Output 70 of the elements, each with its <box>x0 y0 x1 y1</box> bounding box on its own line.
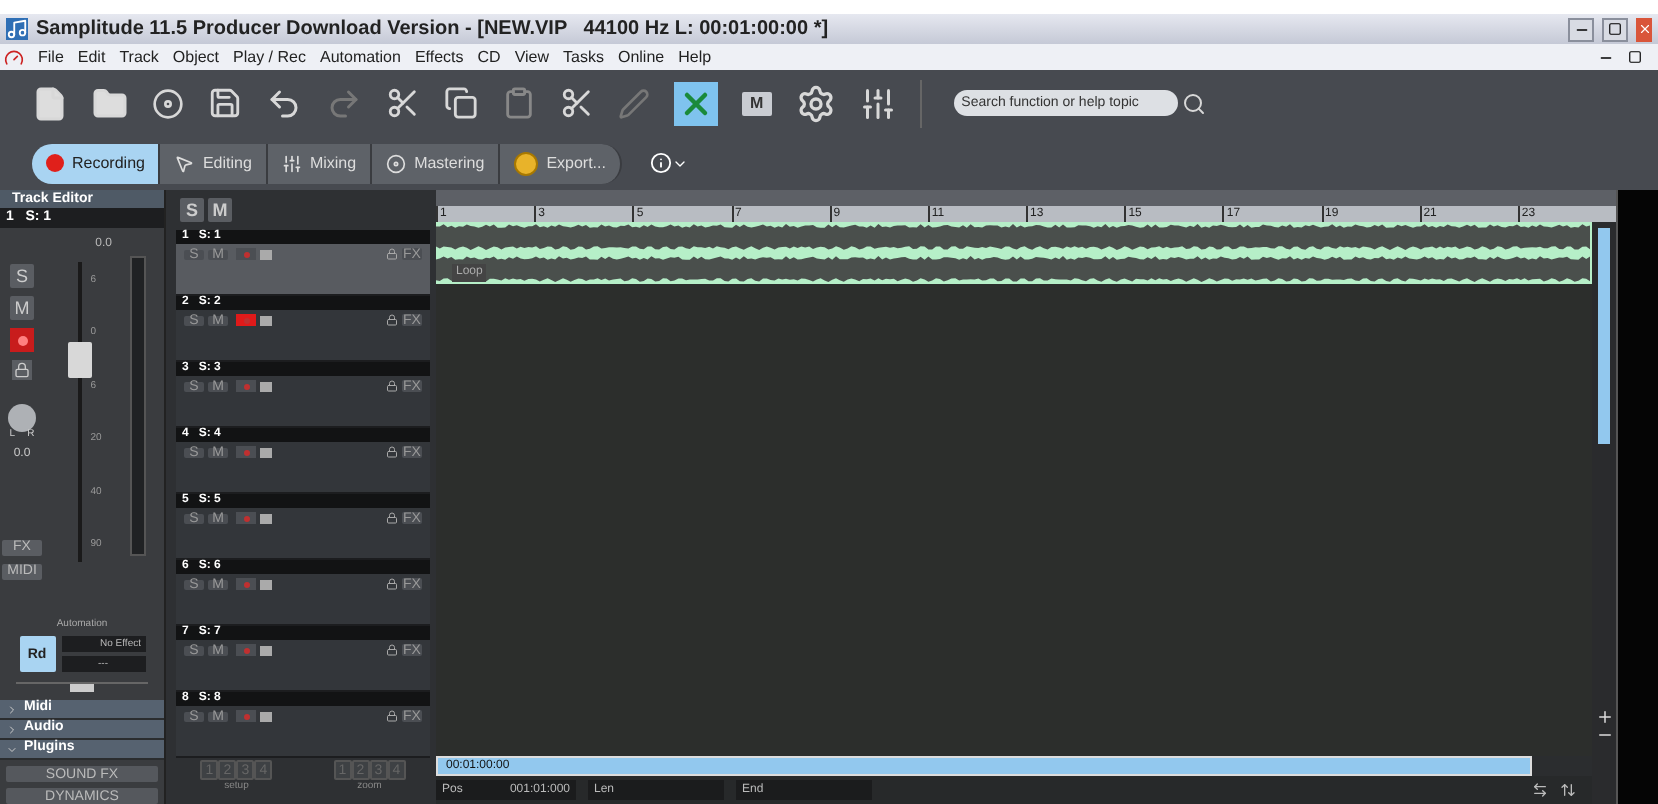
lock-icon[interactable] <box>386 380 398 392</box>
menu-item[interactable]: Object <box>172 45 220 69</box>
lock-icon[interactable] <box>386 578 398 590</box>
mode-tab[interactable]: Mixing <box>267 143 373 183</box>
mute-all-button[interactable]: M <box>208 198 232 222</box>
undo-icon[interactable] <box>266 85 302 121</box>
new-file-icon[interactable] <box>32 85 68 121</box>
lock-icon[interactable] <box>386 446 398 458</box>
pointer-icon <box>174 153 195 173</box>
lock-icon[interactable] <box>12 360 32 380</box>
mode-tab[interactable]: Export... <box>500 143 622 183</box>
menu-item[interactable]: Help <box>678 45 712 69</box>
close-icon <box>1637 22 1651 36</box>
menu-item[interactable]: Edit <box>77 45 106 69</box>
monitor-icon[interactable] <box>260 249 272 259</box>
monitor-icon[interactable] <box>260 711 272 721</box>
mode-tab[interactable]: Editing <box>160 143 268 183</box>
search-icon[interactable] <box>1181 91 1206 115</box>
swap-horizontal-icon[interactable] <box>1532 782 1548 798</box>
menu-item[interactable]: View <box>514 45 550 69</box>
settings-icon[interactable] <box>795 83 836 123</box>
fader-handle[interactable] <box>68 341 93 378</box>
solo-all-button[interactable]: S <box>180 198 204 222</box>
info-icon[interactable] <box>649 152 672 174</box>
lock-icon[interactable] <box>386 644 398 656</box>
automation-slider-thumb[interactable] <box>70 684 94 692</box>
monitor-icon[interactable] <box>260 381 272 391</box>
cut-icon[interactable] <box>386 86 420 120</box>
close-button[interactable] <box>1636 17 1652 41</box>
monitor-icon[interactable] <box>260 579 272 589</box>
app-icon <box>6 18 28 40</box>
save-icon[interactable] <box>208 86 242 120</box>
export-icon <box>514 151 539 175</box>
scissors-icon[interactable] <box>560 86 594 120</box>
menu-item[interactable]: Effects <box>414 45 464 69</box>
menu-item[interactable]: File <box>38 45 64 69</box>
folder-icon[interactable] <box>92 85 128 121</box>
mute-button[interactable]: M <box>10 296 34 320</box>
menu-item[interactable]: CD <box>477 45 501 69</box>
pan-knob[interactable] <box>8 404 36 432</box>
mixer-icon[interactable] <box>859 85 896 121</box>
m-button[interactable]: M <box>742 91 772 115</box>
copy-icon[interactable] <box>444 86 478 120</box>
menu-item[interactable]: Automation <box>319 45 401 69</box>
zoom-in-icon[interactable] <box>1595 708 1613 726</box>
menu-item[interactable]: Play / Rec <box>233 45 306 69</box>
menu-item[interactable]: Online <box>617 45 665 69</box>
menu-item[interactable]: Tasks <box>563 45 604 69</box>
vertical-scrollbar[interactable] <box>1598 228 1610 444</box>
lock-icon[interactable] <box>386 512 398 524</box>
mode-tab[interactable]: Mastering <box>372 143 501 183</box>
minimize-button[interactable] <box>1568 17 1594 41</box>
mixer-icon <box>281 153 302 173</box>
monitor-icon[interactable] <box>260 447 272 457</box>
solo-button[interactable]: S <box>10 264 34 288</box>
crossfade-button[interactable] <box>674 81 718 125</box>
record-icon <box>46 154 64 172</box>
mode-tab[interactable]: Recording <box>32 143 161 183</box>
knob-icon <box>386 153 407 173</box>
lock-icon[interactable] <box>386 248 398 260</box>
lock-icon[interactable] <box>386 710 398 722</box>
monitor-icon[interactable] <box>260 513 272 523</box>
restore-button[interactable] <box>1602 17 1628 41</box>
menu-item[interactable]: Track <box>119 45 159 69</box>
lock-icon[interactable] <box>386 314 398 326</box>
monitor-icon[interactable] <box>260 315 272 325</box>
paste-icon[interactable] <box>502 86 536 120</box>
swap-vertical-icon[interactable] <box>1560 782 1576 798</box>
window-title: Samplitude 11.5 Producer Download Version - [NEW.VIP 44100 Hz L: 00:01:00:00 *] <box>36 16 829 44</box>
monitor-icon[interactable] <box>260 645 272 655</box>
